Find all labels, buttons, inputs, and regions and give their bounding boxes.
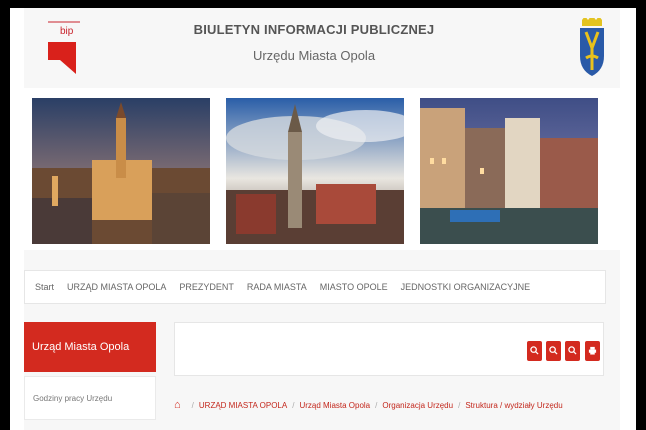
breadcrumb-item[interactable]: Organizacja Urzędu: [382, 401, 453, 410]
nav-item-start[interactable]: Start: [35, 282, 54, 292]
breadcrumb: ⌂ / URZĄD MIASTA OPOLA / Urząd Miasta Op…: [174, 394, 614, 416]
breadcrumb-item[interactable]: URZĄD MIASTA OPOLA: [199, 401, 287, 410]
photo-opole-town-square: [32, 98, 210, 244]
nav-item-urzad[interactable]: URZĄD MIASTA OPOLA: [67, 282, 166, 292]
browser-frame: bip BIULETYN INFORMACJI PUBLICZNEJ Urzęd…: [10, 8, 636, 430]
breadcrumb-item[interactable]: Struktura / wydziały Urzędu: [465, 401, 562, 410]
photo-strip: [24, 88, 620, 250]
breadcrumb-separator: /: [458, 400, 461, 410]
print-icon[interactable]: [585, 341, 600, 361]
bip-logo-text: bip: [60, 26, 74, 37]
nav-item-miasto[interactable]: MIASTO OPOLE: [320, 282, 388, 292]
photo-opole-panorama: [226, 98, 404, 244]
nav-item-rada[interactable]: RADA MIASTA: [247, 282, 307, 292]
page-subtitle: Urzędu Miasta Opola: [252, 48, 376, 63]
home-icon[interactable]: ⌂: [174, 399, 181, 411]
zoom-reset-icon[interactable]: [546, 341, 561, 361]
main-nav: Start URZĄD MIASTA OPOLA PREZYDENT RADA …: [24, 270, 606, 304]
nav-item-prezydent[interactable]: PREZYDENT: [179, 282, 234, 292]
accessibility-toolbar: [174, 322, 604, 376]
zoom-in-icon[interactable]: [527, 341, 542, 361]
breadcrumb-separator: /: [292, 400, 295, 410]
nav-item-jednostki[interactable]: JEDNOSTKI ORGANIZACYJNE: [401, 282, 531, 292]
sidebar-item-active[interactable]: Urząd Miasta Opola: [24, 322, 156, 372]
zoom-out-icon[interactable]: [565, 341, 580, 361]
photo-opole-venice: [420, 98, 598, 244]
page-title: BIULETYN INFORMACJI PUBLICZNEJ: [193, 22, 435, 37]
sidebar-item-godziny[interactable]: Godziny pracy Urzędu: [24, 376, 156, 420]
breadcrumb-separator: /: [375, 400, 378, 410]
page: bip BIULETYN INFORMACJI PUBLICZNEJ Urzęd…: [24, 8, 620, 430]
breadcrumb-separator: /: [191, 400, 194, 410]
opole-coat-of-arms-icon: [580, 18, 604, 76]
breadcrumb-item[interactable]: Urząd Miasta Opola: [299, 401, 370, 410]
